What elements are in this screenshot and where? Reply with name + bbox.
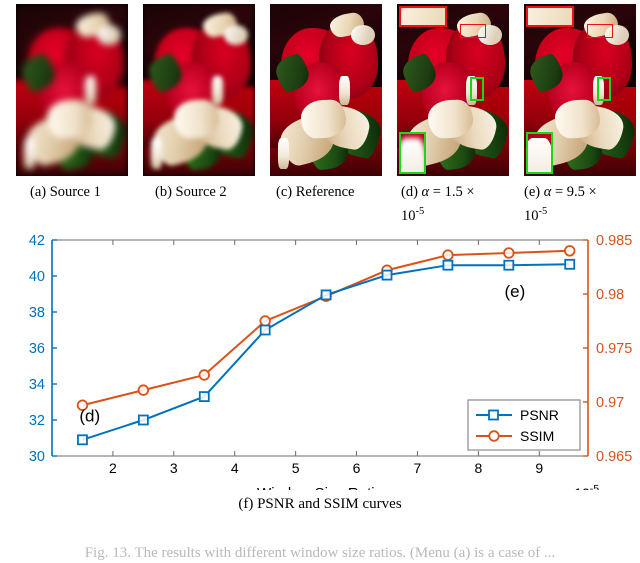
- caption-panel-e: (e) α = 9.5 × 10-5: [524, 182, 640, 226]
- x-tick-label: 4: [231, 460, 239, 476]
- ssim-marker: [442, 249, 454, 261]
- psnr-marker: [381, 269, 393, 281]
- figure-caption-cropped: Fig. 13. The results with different wind…: [84, 545, 556, 561]
- right-y-tick-label: 0.975: [596, 341, 632, 357]
- ssim-marker: [198, 369, 210, 381]
- ssim-marker: [137, 384, 150, 396]
- panel-reference: [270, 4, 382, 176]
- poinsettia-scene-c: [270, 4, 382, 176]
- poinsettia-scene-b: [143, 4, 255, 176]
- caption-e-exponent: -5: [538, 206, 548, 217]
- psnr-marker: [259, 324, 271, 336]
- caption-d-prefix: (d): [401, 184, 418, 200]
- panel-source-2: [143, 4, 255, 176]
- legend-label-psnr: PSNR: [520, 407, 559, 423]
- zoom-inset-green-e: [526, 132, 553, 174]
- caption-panel-c: (c) Reference: [276, 182, 401, 202]
- panel-result-alpha-9-5: [524, 4, 636, 176]
- zoom-inset-red-d: [399, 6, 447, 27]
- caption-d-base: 10: [401, 207, 416, 224]
- caption-d-alpha: α: [421, 184, 430, 200]
- caption-c-prefix: (c): [276, 184, 293, 200]
- left-y-tick-label: 36: [29, 341, 45, 357]
- caption-b-text: Source 2: [175, 184, 227, 200]
- caption-b-prefix: (b): [155, 184, 172, 200]
- ssim-marker: [564, 245, 576, 257]
- caption-a-text: Source 1: [49, 184, 101, 200]
- panel-result-alpha-1-5: [397, 4, 509, 176]
- legend-marker-psnr: [488, 409, 499, 421]
- right-y-tick-label: 0.98: [596, 287, 624, 303]
- left-y-tick-label: 30: [29, 449, 45, 465]
- chart-annotation-e: (e): [505, 282, 526, 301]
- legend-label-ssim: SSIM: [520, 428, 554, 444]
- image-panel-strip: [0, 0, 640, 180]
- psnr-marker: [442, 259, 454, 271]
- x-tick-label: 9: [535, 460, 543, 476]
- left-y-tick-label: 34: [29, 377, 45, 393]
- psnr-ssim-chart: 2 3 4 5 6 7 8 9 30 32 34 36 38 40 42 0.965 0.97 0.975 0.98…: [0, 228, 640, 490]
- psnr-marker: [77, 434, 88, 446]
- ssim-marker: [259, 315, 271, 327]
- caption-panel-a: (a) Source 1: [30, 182, 150, 202]
- legend-marker-ssim: [488, 430, 500, 442]
- panel-captions-row: (a) Source 1 (b) Source 2 (c) Reference …: [0, 182, 640, 226]
- figure-subcaption-f: (f) PSNR and SSIM curves: [238, 496, 402, 512]
- psnr-marker: [320, 289, 332, 301]
- zoom-inset-red-e: [526, 6, 574, 27]
- x-tick-label: 7: [414, 460, 422, 476]
- caption-e-prefix: (e): [524, 184, 541, 200]
- caption-e-alpha: α: [543, 184, 552, 200]
- caption-e-equals: =: [554, 184, 564, 200]
- left-y-tick-label: 38: [29, 305, 45, 321]
- caption-d-coeff: 1.5: [444, 184, 463, 200]
- right-y-tick-label: 0.965: [596, 449, 632, 465]
- left-y-tick-label: 42: [29, 233, 45, 249]
- x-axis-multiplier-exponent: -5: [590, 483, 599, 490]
- x-tick-label: 2: [109, 460, 117, 476]
- right-y-tick-label: 0.985: [596, 233, 632, 249]
- caption-d-exponent: -5: [415, 206, 425, 217]
- psnr-marker: [198, 391, 210, 403]
- left-y-tick-label: 32: [29, 413, 45, 429]
- x-tick-label: 5: [292, 460, 300, 476]
- x-axis-multiplier: ×10-5: [566, 483, 599, 490]
- psnr-marker: [564, 258, 576, 270]
- psnr-marker: [137, 414, 149, 426]
- zoom-inset-green-d: [399, 132, 426, 174]
- right-y-tick-label: 0.97: [596, 395, 624, 411]
- caption-e-coeff: 9.5: [566, 184, 585, 200]
- chart-annotation-d: (d): [79, 406, 100, 425]
- caption-d-times: ×: [466, 184, 475, 200]
- left-y-tick-label: 40: [29, 269, 45, 285]
- ssim-marker: [503, 247, 515, 259]
- caption-e-base: 10: [524, 207, 539, 224]
- x-tick-label: 3: [170, 460, 178, 476]
- caption-a-prefix: (a): [30, 184, 47, 200]
- x-tick-label: 8: [474, 460, 482, 476]
- psnr-marker: [503, 259, 515, 271]
- poinsettia-scene-a: [16, 4, 128, 176]
- caption-d-equals: =: [432, 184, 441, 200]
- ssim-line: [82, 249, 570, 407]
- panel-source-1: [16, 4, 128, 176]
- chart-svg: 2 3 4 5 6 7 8 9303234363840420.9650.970.9750.98…: [29, 233, 632, 490]
- x-axis-title: Window Size Ratio: [257, 485, 383, 490]
- caption-panel-d: (d) α = 1.5 × 10-5: [401, 182, 523, 226]
- x-tick-label: 6: [353, 460, 361, 476]
- caption-e-times: ×: [588, 184, 597, 200]
- caption-c-text: Reference: [295, 184, 355, 200]
- caption-panel-b: (b) Source 2: [155, 182, 275, 202]
